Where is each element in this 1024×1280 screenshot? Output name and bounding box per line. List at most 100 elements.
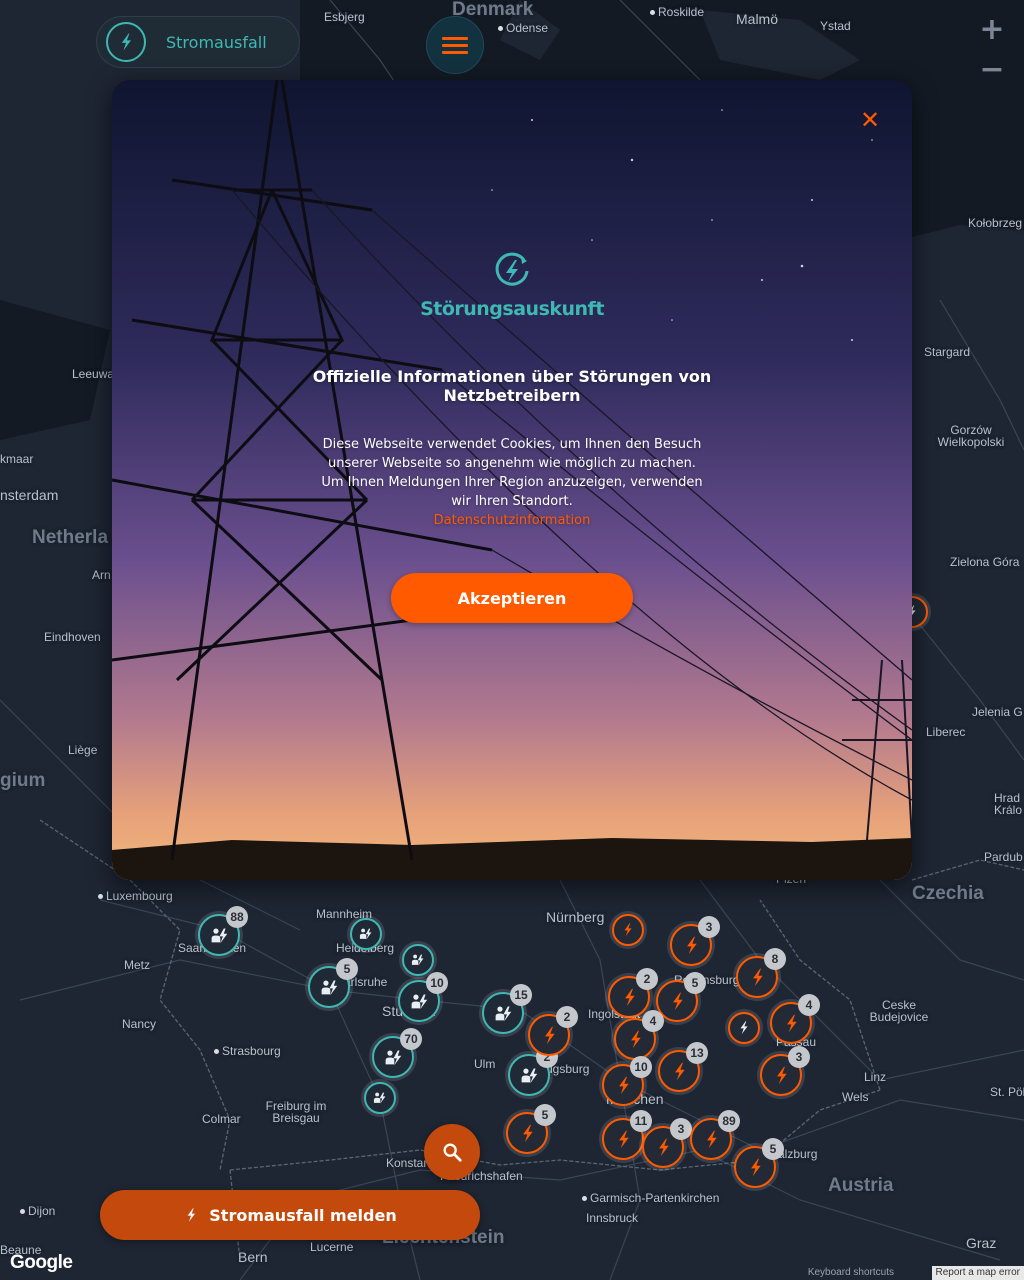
brand-pill[interactable]: Stromausfall: [96, 16, 300, 68]
place-label: gium: [0, 770, 46, 791]
outage-cluster-marker[interactable]: 15: [482, 984, 532, 1034]
outage-marker[interactable]: 4: [614, 1010, 664, 1060]
place-label: nsterdam: [0, 487, 59, 503]
outage-marker[interactable]: 10: [602, 1056, 652, 1106]
place-label: Roskilde: [650, 6, 704, 18]
place-label: Metz: [124, 958, 151, 972]
outage-cluster-icon: [385, 1050, 401, 1065]
report-map-error-link[interactable]: Report a map error: [931, 1266, 1024, 1280]
place-label: Liège: [68, 743, 98, 757]
place-label: Denmark: [452, 0, 534, 20]
count-badge: 10: [426, 972, 448, 994]
search-icon: [443, 1143, 462, 1162]
outage-cluster-icon: [411, 994, 427, 1009]
place-label: Ceske Budejovice: [869, 998, 929, 1024]
modal-body: Diese Webseite verwendet Cookies, um Ihn…: [317, 435, 707, 530]
outage-marker[interactable]: 13: [658, 1042, 708, 1092]
lightning-icon: [752, 968, 763, 986]
place-label: Jelenia G: [972, 705, 1023, 719]
place-label: Netherla: [32, 527, 109, 548]
outage-marker[interactable]: 5: [734, 1138, 784, 1188]
outage-marker[interactable]: [728, 1012, 760, 1044]
lightning-icon: [674, 1062, 685, 1080]
lightning-icon: [786, 1014, 797, 1032]
place-label: Leeuwa: [72, 367, 115, 381]
place-label: Innsbruck: [586, 1211, 639, 1225]
outage-marker[interactable]: 5: [506, 1104, 556, 1154]
outage-marker[interactable]: 11: [602, 1110, 652, 1160]
place-label: Linz: [864, 1070, 887, 1084]
outage-marker[interactable]: 3: [642, 1118, 692, 1168]
keyboard-shortcuts-link[interactable]: Keyboard shortcuts: [803, 1266, 898, 1280]
place-label: Luxembourg: [98, 890, 173, 902]
count-badge: 4: [798, 994, 820, 1016]
brand-label: Stromausfall: [166, 32, 267, 52]
outage-marker[interactable]: 4: [770, 994, 820, 1044]
outage-cluster-marker[interactable]: [402, 944, 434, 976]
count-badge: 11: [630, 1110, 652, 1132]
place-label: Pardub: [984, 850, 1023, 864]
count-badge: 70: [400, 1028, 422, 1050]
place-label: Garmisch-Partenkirchen: [582, 1192, 719, 1204]
count-badge: 15: [510, 984, 532, 1006]
count-badge: 13: [686, 1042, 708, 1064]
zoom-out-button[interactable]: −: [972, 50, 1012, 90]
menu-button[interactable]: [426, 16, 484, 74]
lightning-icon: [624, 923, 632, 937]
google-logo: Google: [10, 1252, 73, 1273]
lightning-icon: [658, 1138, 669, 1156]
place-label: Kołobrzeg: [968, 216, 1023, 230]
count-badge: 4: [642, 1010, 664, 1032]
cookie-notice-text: Diese Webseite verwendet Cookies, um Ihn…: [321, 437, 703, 509]
lightning-icon: [106, 22, 146, 62]
place-label: Freiburg im Breisgau: [265, 1099, 327, 1125]
outage-marker[interactable]: 8: [736, 948, 786, 998]
outage-marker[interactable]: [612, 914, 644, 946]
place-label: Czechia: [912, 883, 984, 904]
logo-text: Störungsauskunft: [420, 298, 604, 320]
outage-cluster-marker[interactable]: 10: [398, 972, 448, 1022]
count-badge: 5: [684, 972, 706, 994]
outage-marker[interactable]: 2: [528, 1006, 578, 1056]
accept-button[interactable]: Akzeptieren: [391, 573, 633, 623]
place-label: Arn: [92, 568, 111, 582]
lightning-icon: [686, 936, 697, 954]
lightning-icon: [187, 1208, 196, 1222]
place-label: Hrad Králo: [994, 791, 1023, 817]
outage-cluster-marker[interactable]: [364, 1082, 396, 1114]
hamburger-icon-bar: [442, 36, 468, 40]
lightning-icon: [522, 1124, 533, 1142]
hamburger-icon-bar: [442, 43, 468, 47]
count-badge: 88: [226, 906, 248, 928]
count-badge: 2: [636, 968, 658, 990]
zoom-in-button[interactable]: +: [972, 10, 1012, 50]
search-button[interactable]: [424, 1124, 480, 1180]
outage-marker[interactable]: 3: [670, 916, 720, 966]
place-label: Strasbourg: [214, 1045, 281, 1057]
outage-cluster-marker[interactable]: 2: [508, 1046, 558, 1096]
privacy-info-link[interactable]: Datenschutzinformation: [317, 511, 707, 530]
outage-cluster-marker[interactable]: 88: [198, 906, 248, 956]
lightning-icon: [706, 1130, 717, 1148]
report-outage-label: Stromausfall melden: [209, 1205, 397, 1225]
outage-cluster-icon: [495, 1006, 511, 1021]
outage-marker[interactable]: 3: [760, 1046, 810, 1096]
report-outage-button[interactable]: Stromausfall melden: [100, 1190, 480, 1240]
place-label: Lucerne: [310, 1240, 354, 1254]
lightning-icon: [750, 1158, 761, 1176]
place-label: Odense: [498, 22, 548, 34]
count-badge: 8: [764, 948, 786, 970]
count-badge: 89: [718, 1110, 740, 1132]
outage-cluster-icon: [374, 1092, 386, 1104]
outage-cluster-icon: [211, 928, 227, 943]
outage-marker[interactable]: 2: [608, 968, 658, 1018]
outage-cluster-marker[interactable]: 70: [372, 1028, 422, 1078]
outage-cluster-marker[interactable]: [350, 918, 382, 950]
count-badge: 5: [534, 1104, 556, 1126]
outage-marker[interactable]: 89: [690, 1110, 740, 1160]
outage-cluster-marker[interactable]: 5: [308, 958, 358, 1008]
modal-heading: Offizielle Informationen über Störungen …: [312, 367, 712, 405]
lightning-icon: [618, 1130, 629, 1148]
close-icon[interactable]: ✕: [856, 106, 884, 134]
outage-cluster-icon: [412, 954, 424, 966]
